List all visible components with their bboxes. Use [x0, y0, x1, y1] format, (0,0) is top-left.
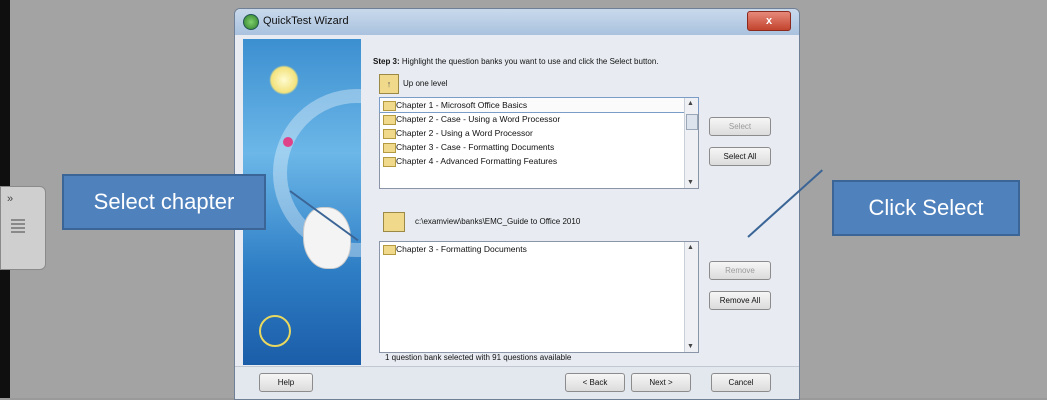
- wizard-content: Step 3: Highlight the question banks you…: [373, 39, 793, 369]
- scroll-down-icon[interactable]: ▼: [687, 179, 694, 186]
- side-panel-tab[interactable]: »: [0, 186, 46, 270]
- selection-summary: 1 question bank selected with 91 questio…: [385, 353, 572, 362]
- callout-click-select: Click Select: [832, 180, 1020, 236]
- list-item[interactable]: Chapter 3 - Case - Formatting Documents: [380, 140, 698, 154]
- folder-icon: [383, 212, 405, 232]
- list-item[interactable]: Chapter 2 - Using a Word Processor: [380, 126, 698, 140]
- available-banks-list[interactable]: Chapter 1 - Microsoft Office Basics Chap…: [379, 97, 699, 189]
- callout-select-chapter: Select chapter: [62, 174, 266, 230]
- wizard-footer: Help < Back Next > Cancel: [235, 366, 799, 399]
- scroll-down-icon[interactable]: ▼: [687, 343, 694, 350]
- close-button[interactable]: x: [747, 11, 791, 31]
- expand-arrows-icon: »: [7, 193, 14, 205]
- folder-icon: [383, 245, 396, 255]
- list-item[interactable]: Chapter 1 - Microsoft Office Basics: [379, 97, 699, 113]
- selected-list-scrollbar[interactable]: ▲ ▼: [684, 242, 698, 352]
- next-button[interactable]: Next >: [631, 373, 691, 392]
- grip-icon: [11, 217, 25, 233]
- folder-icon: [383, 101, 396, 111]
- select-button[interactable]: Select: [709, 117, 771, 136]
- scroll-up-icon[interactable]: ▲: [687, 244, 694, 251]
- cancel-button[interactable]: Cancel: [711, 373, 771, 392]
- list-item[interactable]: Chapter 4 - Advanced Formatting Features: [380, 154, 698, 168]
- up-folder-icon[interactable]: ↑: [379, 74, 399, 94]
- step-text: Highlight the question banks you want to…: [401, 57, 659, 66]
- selected-banks-list[interactable]: Chapter 3 - Formatting Documents ▲ ▼: [379, 241, 699, 353]
- list-scrollbar[interactable]: ▲ ▼: [684, 98, 698, 188]
- folder-icon: [383, 115, 396, 125]
- select-all-button[interactable]: Select All: [709, 147, 771, 166]
- quicktest-wizard-window: QuickTest Wizard x Step 3: Highlight the…: [234, 8, 800, 400]
- scroll-up-icon[interactable]: ▲: [687, 100, 694, 107]
- accent-dot: [283, 137, 293, 147]
- app-icon: [243, 14, 259, 30]
- list-item[interactable]: Chapter 2 - Case - Using a Word Processo…: [380, 112, 698, 126]
- sun-icon: [269, 65, 299, 95]
- folder-icon: [383, 143, 396, 153]
- lightbulb-icon: [259, 315, 291, 347]
- window-title: QuickTest Wizard: [263, 15, 349, 27]
- remove-all-button[interactable]: Remove All: [709, 291, 771, 310]
- step-instruction: Step 3: Highlight the question banks you…: [373, 57, 659, 66]
- title-bar[interactable]: QuickTest Wizard x: [235, 9, 799, 35]
- bank-path: c:\examview\banks\EMC_Guide to Office 20…: [415, 217, 581, 226]
- help-button[interactable]: Help: [259, 373, 313, 392]
- back-button[interactable]: < Back: [565, 373, 625, 392]
- scroll-thumb[interactable]: [686, 114, 698, 130]
- step-label: Step 3:: [373, 57, 400, 66]
- folder-icon: [383, 157, 396, 167]
- up-one-level-link[interactable]: Up one level: [403, 79, 447, 88]
- remove-button[interactable]: Remove: [709, 261, 771, 280]
- list-item[interactable]: Chapter 3 - Formatting Documents: [380, 242, 698, 256]
- folder-icon: [383, 129, 396, 139]
